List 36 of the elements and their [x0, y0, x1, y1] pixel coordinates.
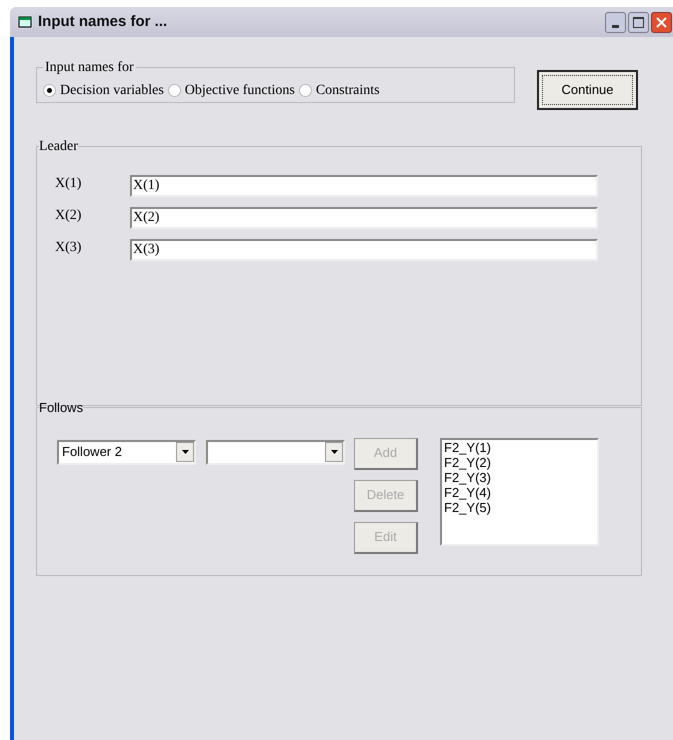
list-item[interactable]: F2_Y(1) [444, 440, 597, 454]
window-title: Input names for ... [38, 12, 168, 32]
continue-button[interactable]: Continue [537, 70, 638, 110]
follower-dropdown[interactable]: Follower 2 [57, 440, 196, 464]
dropdown-arrow-button[interactable] [325, 442, 343, 462]
window-icon [18, 16, 32, 28]
names-listbox[interactable]: F2_Y(1) F2_Y(2) F2_Y(3) F2_Y(4) F2_Y(5) [440, 438, 599, 546]
caret-icon [330, 450, 338, 454]
maximize-icon [633, 16, 644, 28]
radio-button[interactable] [298, 84, 312, 97]
group-label: Leader [39, 138, 78, 156]
list-item[interactable]: F2_Y(5) [444, 500, 597, 514]
group-label: Follows [39, 399, 84, 417]
dropdown-arrow-button[interactable] [176, 442, 194, 462]
name-input-field[interactable]: X(3) [130, 239, 598, 261]
radio-button[interactable] [43, 84, 56, 97]
variable-label: X(2) [55, 206, 82, 224]
variable-label: X(1) [55, 174, 82, 192]
maximize-button[interactable] [628, 12, 649, 32]
radio-label: Constraints [316, 82, 380, 100]
radio-button[interactable] [168, 84, 181, 97]
dropdown-value: Follower 2 [62, 443, 122, 462]
close-icon [656, 16, 667, 28]
name-input-field[interactable]: X(1) [130, 175, 598, 197]
group-label: Input names for [44, 59, 135, 77]
caret-icon [182, 450, 188, 454]
close-button[interactable] [651, 12, 672, 32]
radio-label: Objective functions [184, 82, 295, 100]
list-item[interactable]: F2_Y(4) [444, 484, 597, 500]
radio-label: Decision variables [60, 82, 164, 100]
list-item[interactable]: F2_Y(3) [444, 470, 597, 484]
minimize-button[interactable] [605, 12, 626, 32]
list-item[interactable]: F2_Y(2) [444, 454, 597, 470]
variable-label: X(3) [55, 238, 82, 256]
minimize-icon [612, 24, 619, 28]
name-input-field[interactable]: X(2) [130, 207, 598, 229]
